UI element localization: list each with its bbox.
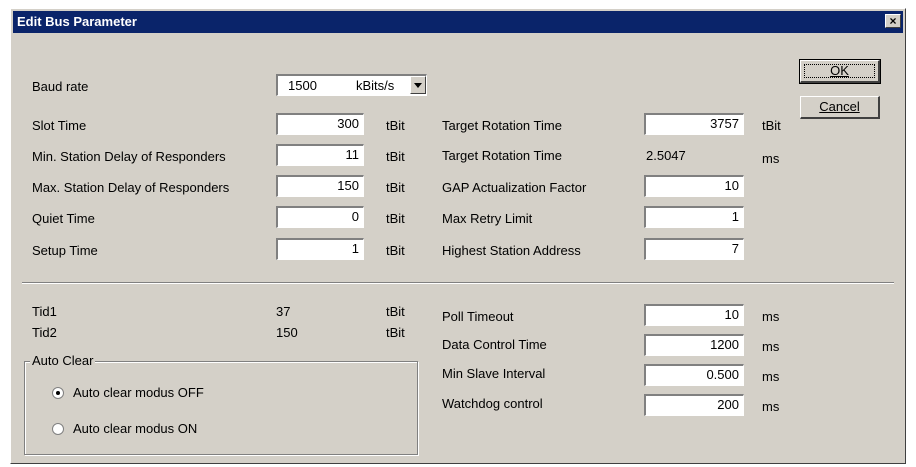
- auto-clear-group-title: Auto Clear: [30, 353, 96, 369]
- baud-rate-value: 1500: [288, 78, 317, 93]
- max-station-delay-label: Max. Station Delay of Responders: [32, 180, 230, 195]
- watchdog-control-label: Watchdog control: [442, 396, 543, 411]
- target-rotation-time-ms-label: Target Rotation Time: [442, 148, 562, 163]
- baud-rate-unit: kBits/s: [356, 78, 395, 93]
- quiet-time-field[interactable]: 0: [276, 206, 364, 228]
- min-station-delay-unit: tBit: [386, 149, 405, 164]
- setup-time-label: Setup Time: [32, 243, 98, 258]
- slot-time-unit: tBit: [386, 118, 405, 133]
- poll-timeout-unit: ms: [762, 309, 780, 324]
- max-station-delay-field[interactable]: 150: [276, 175, 364, 197]
- slot-time-field[interactable]: 300: [276, 113, 364, 135]
- baud-rate-label: Baud rate: [32, 79, 89, 94]
- window-title: Edit Bus Parameter: [17, 14, 137, 29]
- min-station-delay-label: Min. Station Delay of Responders: [32, 149, 226, 164]
- auto-clear-group: [24, 361, 418, 455]
- separator: [22, 282, 894, 284]
- data-control-time-unit: ms: [762, 339, 780, 354]
- poll-timeout-field[interactable]: 10: [644, 304, 744, 326]
- tid2-label: Tid2: [32, 325, 57, 340]
- ok-button[interactable]: OK: [799, 59, 881, 84]
- auto-clear-off-radio[interactable]: [52, 387, 64, 399]
- data-control-time-field[interactable]: 1200: [644, 334, 744, 356]
- poll-timeout-label: Poll Timeout: [442, 309, 514, 324]
- tid2-unit: tBit: [386, 325, 405, 340]
- title-bar: Edit Bus Parameter ×: [13, 11, 903, 33]
- cancel-button[interactable]: Cancel: [800, 96, 880, 119]
- watchdog-control-field[interactable]: 200: [644, 394, 744, 416]
- highest-station-address-field[interactable]: 7: [644, 238, 744, 260]
- tid1-unit: tBit: [386, 304, 405, 319]
- target-rotation-time-label: Target Rotation Time: [442, 118, 562, 133]
- max-station-delay-unit: tBit: [386, 180, 405, 195]
- highest-station-address-label: Highest Station Address: [442, 243, 581, 258]
- max-retry-limit-field[interactable]: 1: [644, 206, 744, 228]
- setup-time-field[interactable]: 1: [276, 238, 364, 260]
- baud-rate-select[interactable]: 1500 kBits/s: [276, 74, 427, 96]
- max-retry-limit-label: Max Retry Limit: [442, 211, 533, 226]
- data-control-time-label: Data Control Time: [442, 337, 547, 352]
- tid2-value: 150: [276, 325, 298, 340]
- target-rotation-time-field[interactable]: 3757: [644, 113, 744, 135]
- close-button[interactable]: ×: [885, 14, 901, 28]
- watchdog-control-unit: ms: [762, 399, 780, 414]
- min-slave-interval-field[interactable]: 0.500: [644, 364, 744, 386]
- focus-rect: [804, 64, 875, 78]
- slot-time-label: Slot Time: [32, 118, 87, 133]
- quiet-time-unit: tBit: [386, 211, 405, 226]
- min-station-delay-field[interactable]: 11: [276, 144, 364, 166]
- tid1-label: Tid1: [32, 304, 57, 319]
- close-icon: ×: [889, 14, 897, 28]
- tid1-value: 37: [276, 304, 291, 319]
- auto-clear-on-radio[interactable]: [52, 423, 64, 435]
- min-slave-interval-label: Min Slave Interval: [442, 366, 546, 381]
- auto-clear-off-label[interactable]: Auto clear modus OFF: [73, 384, 204, 402]
- quiet-time-label: Quiet Time: [32, 211, 95, 226]
- setup-time-unit: tBit: [386, 243, 405, 258]
- min-slave-interval-unit: ms: [762, 369, 780, 384]
- target-rotation-time-unit: tBit: [762, 118, 781, 133]
- gap-actualization-factor-label: GAP Actualization Factor: [442, 180, 587, 195]
- target-rotation-time-ms-unit: ms: [762, 151, 780, 166]
- target-rotation-time-ms-value: 2.5047: [646, 148, 686, 163]
- gap-actualization-factor-field[interactable]: 10: [644, 175, 744, 197]
- chevron-down-icon[interactable]: [410, 76, 426, 94]
- auto-clear-on-label[interactable]: Auto clear modus ON: [73, 420, 197, 438]
- cancel-button-label: Cancel: [819, 99, 860, 114]
